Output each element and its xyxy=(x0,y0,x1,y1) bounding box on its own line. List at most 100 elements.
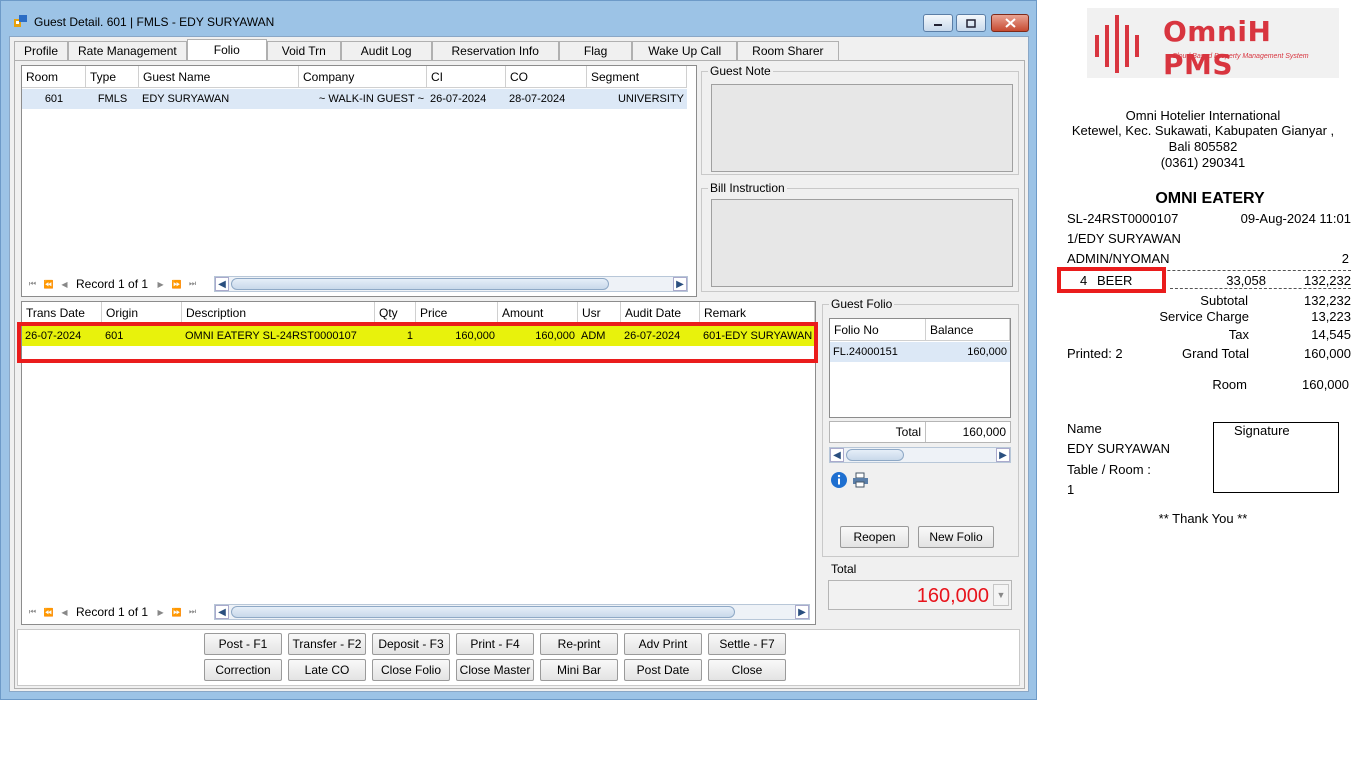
settle-button[interactable]: Settle - F7 xyxy=(708,633,786,655)
maximize-icon xyxy=(966,18,976,28)
post-button[interactable]: Post - F1 xyxy=(204,633,282,655)
next-page-button[interactable]: ⏩ xyxy=(170,278,183,291)
column-header[interactable]: Folio No xyxy=(830,319,926,341)
column-header[interactable]: CI xyxy=(427,66,506,88)
bill-instruction-label: Bill Instruction xyxy=(708,181,787,195)
reopen-button[interactable]: Reopen xyxy=(840,526,909,548)
cell-co: 28-07-2024 xyxy=(509,93,566,105)
deposit-button[interactable]: Deposit - F3 xyxy=(372,633,450,655)
new-folio-button[interactable]: New Folio xyxy=(918,526,994,548)
title-bar: Guest Detail. 601 | FMLS - EDY SURYAWAN xyxy=(1,1,1036,37)
maximize-button[interactable] xyxy=(956,14,986,32)
total-field: 160,000 ▼ xyxy=(828,580,1012,610)
tab-profile[interactable]: Profile xyxy=(14,41,69,61)
next-record-button[interactable]: ▶ xyxy=(154,606,167,619)
adv-print-button[interactable]: Adv Print xyxy=(624,633,702,655)
scroll-thumb[interactable] xyxy=(231,278,609,290)
highlight-annotation-box xyxy=(17,322,818,363)
tab-flag[interactable]: Flag xyxy=(558,41,633,61)
next-page-button[interactable]: ⏩ xyxy=(170,606,183,619)
tab-room-sharer[interactable]: Room Sharer xyxy=(737,41,839,61)
close-button[interactable]: Close xyxy=(708,659,786,681)
tab-rate-management[interactable]: Rate Management xyxy=(68,41,187,61)
correction-button[interactable]: Correction xyxy=(204,659,282,681)
receipt-name-label: Name xyxy=(1067,421,1102,436)
mini-bar-button[interactable]: Mini Bar xyxy=(540,659,618,681)
column-header[interactable]: Room xyxy=(22,66,86,88)
column-header[interactable]: CO xyxy=(506,66,587,88)
chevron-down-icon[interactable]: ▼ xyxy=(993,584,1009,606)
column-header[interactable]: Amount xyxy=(498,302,578,324)
scroll-thumb[interactable] xyxy=(846,449,904,461)
column-header[interactable]: Origin xyxy=(102,302,182,324)
scroll-right-icon[interactable]: ▶ xyxy=(795,605,809,619)
folio-horizontal-scrollbar[interactable]: ◀ ▶ xyxy=(829,447,1011,463)
total-value: 160,000 xyxy=(916,585,989,607)
receipt-address-line1: Ketewel, Kec. Sukawati, Kabupaten Gianya… xyxy=(1071,123,1335,138)
prev-page-button[interactable]: ⏪ xyxy=(42,278,55,291)
next-record-button[interactable]: ▶ xyxy=(154,278,167,291)
bill-instruction-field[interactable] xyxy=(711,199,1013,287)
scroll-left-icon[interactable]: ◀ xyxy=(215,605,229,619)
print-button[interactable]: Print - F4 xyxy=(456,633,534,655)
tab-audit-log[interactable]: Audit Log xyxy=(340,41,432,61)
signature-box: Signature xyxy=(1213,422,1339,493)
folio-total-row: Total 160,000 xyxy=(829,421,1011,443)
receipt-item-amount: 132,232 xyxy=(1304,273,1351,288)
prev-record-button[interactable]: ◀ xyxy=(58,606,71,619)
late-co-button[interactable]: Late CO xyxy=(288,659,366,681)
receipt-bill-no: SL-24RST0000107 xyxy=(1067,211,1179,226)
prev-record-button[interactable]: ◀ xyxy=(58,278,71,291)
receipt-name-value: EDY SURYAWAN xyxy=(1067,441,1171,456)
cell-balance: 160,000 xyxy=(967,346,1007,358)
guest-note-field[interactable] xyxy=(711,84,1013,172)
minimize-button[interactable] xyxy=(923,14,953,32)
transfer-button[interactable]: Transfer - F2 xyxy=(288,633,366,655)
column-header[interactable]: Guest Name xyxy=(139,66,299,88)
column-header[interactable]: Company xyxy=(299,66,427,88)
tab-wake-up-call[interactable]: Wake Up Call xyxy=(632,41,738,61)
logo-tagline: Cloud Based Property Management System xyxy=(1172,53,1309,60)
post-date-button[interactable]: Post Date xyxy=(624,659,702,681)
printer-icon[interactable] xyxy=(852,472,870,488)
tab-folio[interactable]: Folio xyxy=(186,39,267,61)
info-icon[interactable] xyxy=(830,471,848,489)
scroll-thumb[interactable] xyxy=(231,606,735,618)
last-record-button[interactable]: ⏭ xyxy=(186,606,199,619)
column-header[interactable]: Remark xyxy=(700,302,815,324)
scroll-left-icon[interactable]: ◀ xyxy=(215,277,229,291)
column-header[interactable]: Segment xyxy=(587,66,687,88)
reservation-horizontal-scrollbar[interactable]: ◀ ▶ xyxy=(214,276,688,292)
receipt-thanks: ** Thank You ** xyxy=(1158,511,1248,526)
prev-page-button[interactable]: ⏪ xyxy=(42,606,55,619)
column-header[interactable]: Price xyxy=(416,302,498,324)
scroll-right-icon[interactable]: ▶ xyxy=(673,277,687,291)
column-header[interactable]: Type xyxy=(86,66,139,88)
transaction-horizontal-scrollbar[interactable]: ◀ ▶ xyxy=(214,604,810,620)
table-row[interactable]: FL.24000151 160,000 xyxy=(830,342,1010,362)
close-master-button[interactable]: Close Master xyxy=(456,659,534,681)
first-record-button[interactable]: ⏮ xyxy=(26,278,39,291)
record-counter: Record 1 of 1 xyxy=(76,605,149,619)
tab-reservation-info[interactable]: Reservation Info xyxy=(431,41,559,61)
tab-void-trn[interactable]: Void Trn xyxy=(266,41,341,61)
close-window-button[interactable] xyxy=(991,14,1029,32)
scroll-right-icon[interactable]: ▶ xyxy=(996,448,1010,462)
column-header[interactable]: Qty xyxy=(375,302,416,324)
column-header[interactable]: Audit Date xyxy=(621,302,700,324)
folio-grid-header: Folio No Balance xyxy=(830,319,1010,341)
column-header[interactable]: Balance xyxy=(926,319,1010,341)
column-header[interactable]: Usr xyxy=(578,302,621,324)
receipt-room-label: Room xyxy=(1212,377,1247,392)
receipt-table-value: 1 xyxy=(1067,482,1075,497)
guest-note-label: Guest Note xyxy=(708,64,773,78)
column-header[interactable]: Trans Date xyxy=(22,302,102,324)
last-record-button[interactable]: ⏭ xyxy=(186,278,199,291)
transaction-record-navigator: ⏮ ⏪ ◀ Record 1 of 1 ▶ ⏩ ⏭ xyxy=(26,603,202,621)
first-record-button[interactable]: ⏮ xyxy=(26,606,39,619)
reprint-button[interactable]: Re-print xyxy=(540,633,618,655)
column-header[interactable]: Description xyxy=(182,302,375,324)
table-row[interactable]: 601 FMLS EDY SURYAWAN ~ WALK-IN GUEST ~ … xyxy=(22,89,687,109)
scroll-left-icon[interactable]: ◀ xyxy=(830,448,844,462)
close-folio-button[interactable]: Close Folio xyxy=(372,659,450,681)
